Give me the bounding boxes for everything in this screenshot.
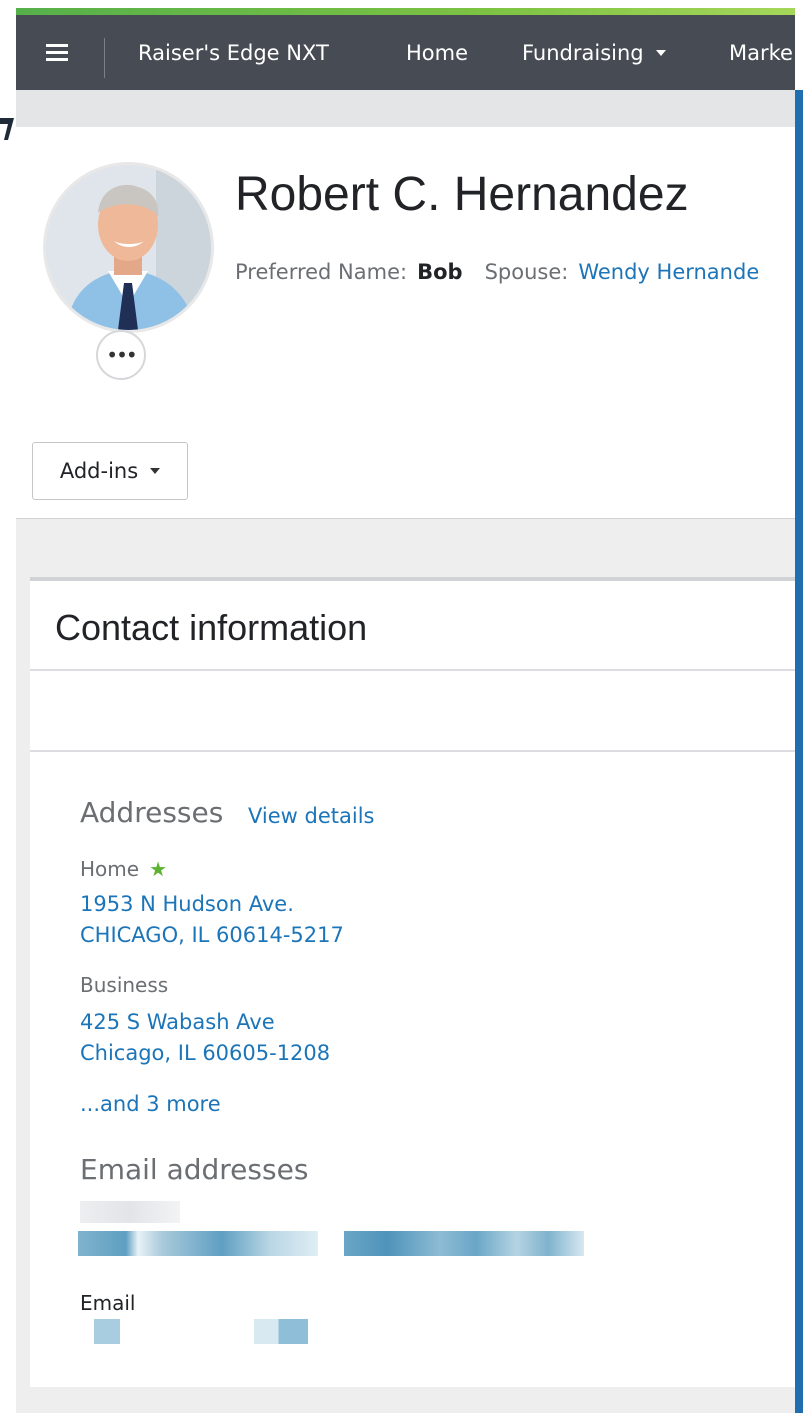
home-address-line2: CHICAGO, IL 60614-5217 <box>80 923 344 947</box>
nav-separator <box>104 38 105 78</box>
redacted-email-value[interactable] <box>344 1231 584 1256</box>
email-addresses-heading: Email addresses <box>80 1153 309 1186</box>
avatar-photo <box>46 165 211 330</box>
preferred-name-label: Preferred Name: <box>235 260 408 284</box>
spouse-link[interactable]: Wendy Hernande <box>578 260 759 284</box>
app-name[interactable]: Raiser's Edge NXT <box>138 15 329 90</box>
home-address-label: Home ★ <box>80 857 167 881</box>
sub-bar <box>16 90 795 127</box>
redacted-email-value[interactable] <box>254 1319 308 1344</box>
redacted-email-value[interactable] <box>94 1319 120 1344</box>
ellipsis-icon: ••• <box>106 343 137 367</box>
app-window: Raiser's Edge NXT Home Fundraising Marke… <box>16 8 795 1413</box>
redacted-email-label <box>80 1201 180 1223</box>
home-address-line1: 1953 N Hudson Ave. <box>80 892 294 916</box>
window-edge <box>795 90 803 1413</box>
avatar <box>43 162 214 333</box>
toolbar: Add-ins <box>16 430 795 519</box>
nav-marketing[interactable]: Marke <box>729 15 793 90</box>
accent-bar <box>16 8 795 15</box>
nav-fundraising-label: Fundraising <box>522 40 644 65</box>
record-header: ••• Robert C. Hernandez Preferred Name: B… <box>16 127 795 430</box>
business-address-line1: 425 S Wabash Ave <box>80 1010 275 1034</box>
spouse-label: Spouse: <box>484 260 569 284</box>
more-actions-button[interactable]: ••• <box>96 330 146 380</box>
contact-info-tile: Contact information Addresses View detai… <box>30 577 795 1387</box>
nav-fundraising[interactable]: Fundraising <box>522 15 666 90</box>
constituent-meta: Preferred Name: Bob Spouse: Wendy Hernande <box>235 260 759 284</box>
business-address-link[interactable]: 425 S Wabash Ave Chicago, IL 60605-1208 <box>80 1007 330 1069</box>
navbar: Raiser's Edge NXT Home Fundraising Marke <box>16 15 795 90</box>
menu-icon[interactable] <box>46 44 68 61</box>
addresses-heading: Addresses <box>80 796 224 829</box>
nav-home[interactable]: Home <box>406 15 468 90</box>
page-left-margin <box>0 0 16 1413</box>
caret-down-icon <box>655 49 666 56</box>
tile-divider <box>30 750 795 752</box>
tile-title: Contact information <box>55 607 368 648</box>
email-label: Email <box>80 1291 136 1315</box>
business-address-line2: Chicago, IL 60605-1208 <box>80 1041 331 1065</box>
preferred-name-value: Bob <box>417 260 463 284</box>
corner-mark <box>0 118 14 140</box>
star-icon: ★ <box>149 857 167 881</box>
constituent-name: Robert C. Hernandez <box>235 168 689 221</box>
addins-label: Add-ins <box>59 459 139 483</box>
business-address-label: Business <box>80 973 169 997</box>
tile-divider <box>30 669 795 671</box>
home-label-text: Home <box>80 857 140 881</box>
home-address-link[interactable]: 1953 N Hudson Ave. CHICAGO, IL 60614-521… <box>80 889 344 951</box>
caret-down-icon <box>150 468 161 474</box>
view-details-link[interactable]: View details <box>248 804 374 828</box>
redacted-email-value[interactable] <box>78 1231 318 1256</box>
more-addresses-link[interactable]: ...and 3 more <box>80 1089 221 1120</box>
addins-button[interactable]: Add-ins <box>32 442 188 500</box>
